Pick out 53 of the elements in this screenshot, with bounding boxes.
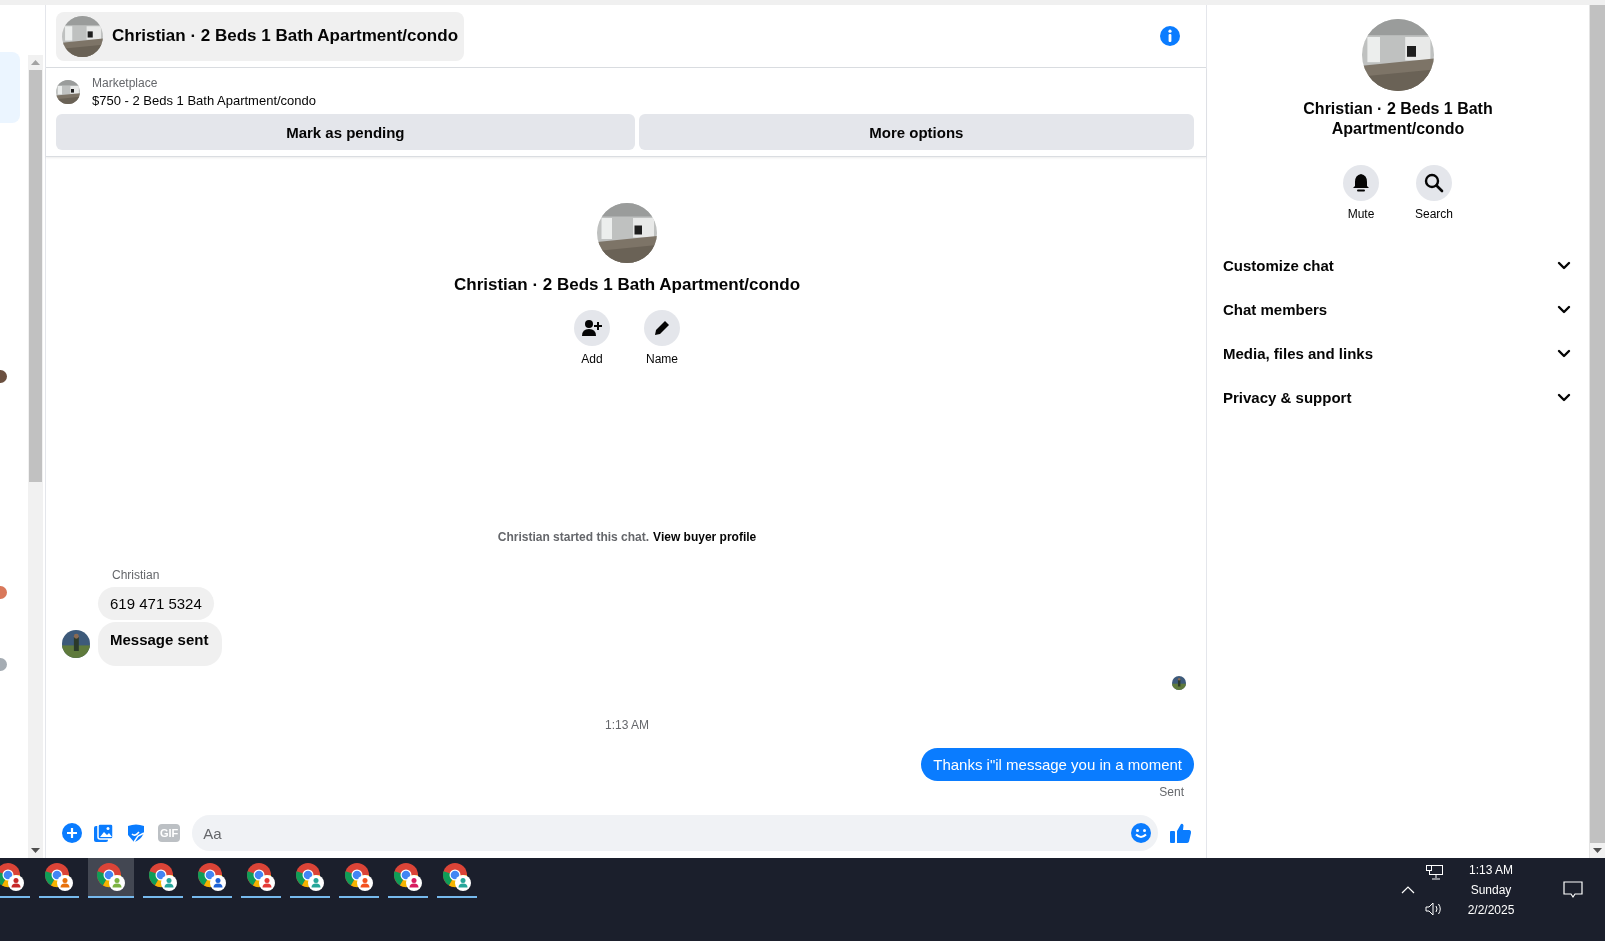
pencil-icon [653,319,671,337]
scroll-down-icon[interactable] [1593,848,1602,853]
conversation-name: Christian · 2 Beds 1 Bath Apartment/condo [112,26,459,46]
speaker-icon[interactable] [1425,901,1443,916]
timestamp: 1:13 AM [605,718,649,732]
listing-source: Marketplace [92,76,159,90]
scroll-down-icon[interactable] [31,848,40,853]
action-label: Mute [1347,207,1375,221]
mark-pending-button[interactable]: Mark as pending [56,114,635,150]
view-profile-link[interactable]: View buyer profile [653,530,757,544]
action-label: Search [1415,207,1453,221]
section-header[interactable]: Customize chat [1223,243,1577,287]
delivery-status: Sent [1159,785,1184,799]
more-options-button[interactable]: More options [638,114,1194,150]
show-hidden-icons-icon[interactable] [1401,886,1415,894]
add-person-button[interactable] [574,310,610,346]
message-bubble: Message sent [98,622,223,666]
chevron-down-icon [1557,304,1571,314]
browser-taskbar-button[interactable] [88,858,134,898]
chevron-down-icon [1557,260,1571,270]
scrollbar-thumb[interactable] [29,70,42,482]
info-icon[interactable] [1159,25,1181,47]
emoji-icon[interactable] [1130,822,1152,844]
bell-icon [1352,173,1370,193]
section-header[interactable]: Media, files and links [1223,331,1577,375]
plus-icon[interactable] [62,823,82,843]
message-field[interactable]: Aa [192,815,1158,851]
action-label: Name [646,352,678,366]
pencil-button[interactable] [644,310,680,346]
sender-name: Christian [112,568,161,582]
photo-icon[interactable] [94,823,114,843]
section-header[interactable]: Privacy & support [1223,375,1577,419]
sticker-icon[interactable] [126,823,146,843]
search-button[interactable] [1416,165,1452,201]
message-bubble: Thanks i"il message you in a moment [921,748,1194,781]
chevron-down-icon [1557,392,1571,402]
chevron-down-icon [1557,348,1571,358]
bell-button[interactable] [1343,165,1379,201]
thumbs-up-icon[interactable] [1170,822,1192,844]
conversation-name: Christian · 2 Beds 1 Bath Apartment/condo [454,275,800,295]
add-person-icon [582,319,602,337]
action-label: Add [581,352,603,366]
listing-title: $750 - 2 Beds 1 Bath Apartment/condo [92,93,317,108]
scrollbar[interactable] [28,55,43,858]
message-bubble: 619 471 5324 [98,587,214,620]
clock[interactable]: 1:13 AM Sunday 2/2/2025 [1459,863,1523,917]
conversation-title[interactable]: Christian · 2 Beds 1 Bath Apartment/condo [56,11,465,61]
conversation-name: Christian · 2 Beds 1 Bath Apartment/condo [1302,99,1494,139]
system-message: Christian started this chat. [497,530,650,544]
search-icon [1424,173,1444,193]
network-icon[interactable] [1425,864,1443,880]
section-header[interactable]: Chat members [1223,287,1577,331]
notification-icon[interactable] [1563,881,1583,899]
